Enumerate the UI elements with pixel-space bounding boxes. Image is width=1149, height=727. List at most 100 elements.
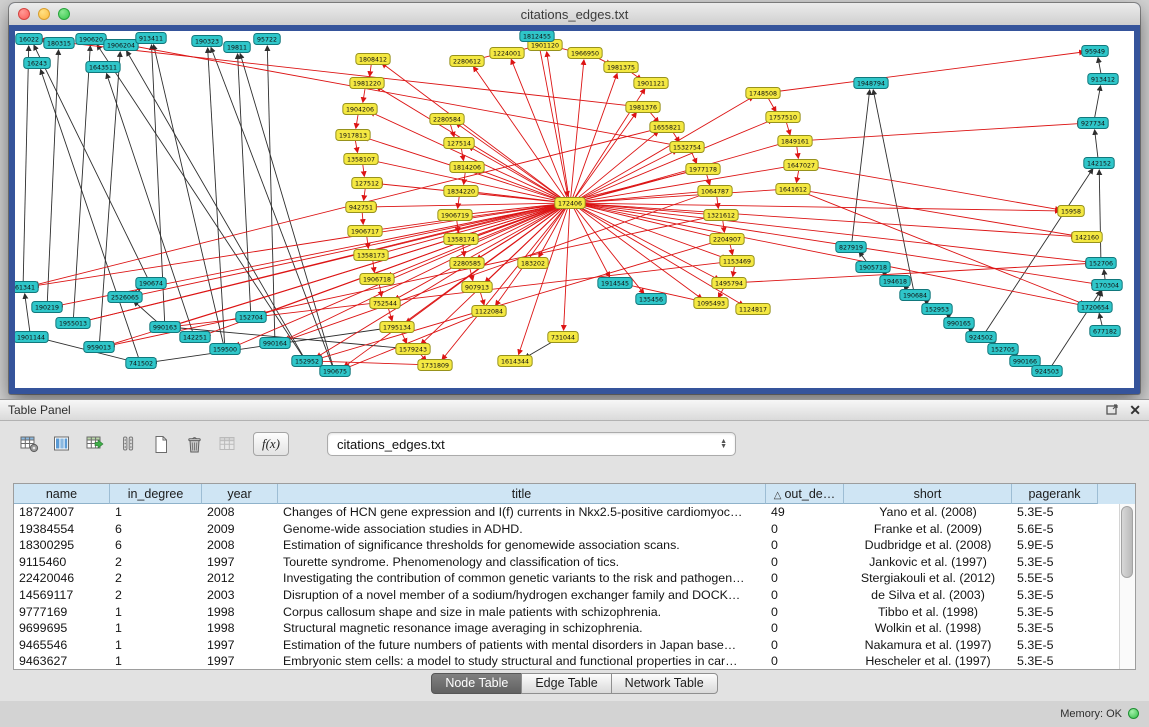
graph-node[interactable]: 1358174 <box>444 234 478 245</box>
graph-node[interactable]: 1906717 <box>348 226 382 237</box>
column-header-out_de[interactable]: △out_de… <box>766 484 844 504</box>
graph-edge[interactable] <box>318 361 428 365</box>
graph-node[interactable]: 152953 <box>922 304 952 315</box>
graph-edge[interactable] <box>373 260 375 272</box>
graph-edge[interactable] <box>511 59 567 198</box>
table-row[interactable]: 1830029562008Estimation of significance … <box>14 537 1120 554</box>
column-header-pagerank[interactable]: pagerank <box>1012 484 1098 504</box>
graph-node[interactable]: 913412 <box>1088 74 1118 85</box>
network-canvas[interactable]: 1724061808412198122019042061917813135810… <box>15 31 1134 388</box>
graph-node[interactable]: 194618 <box>880 276 910 287</box>
graph-node[interactable]: 190675 <box>320 366 350 377</box>
graph-node[interactable]: 1955013 <box>56 318 90 329</box>
graph-node[interactable]: 95722 <box>254 34 281 45</box>
graph-node[interactable]: 180315 <box>44 38 74 49</box>
graph-edge[interactable] <box>577 189 782 202</box>
graph-node[interactable]: 1906204 <box>104 40 138 51</box>
minimize-window-button[interactable] <box>38 8 50 20</box>
graph-edge[interactable] <box>47 50 58 302</box>
graph-edge[interactable] <box>1095 130 1098 158</box>
graph-node[interactable]: 1643511 <box>86 62 120 73</box>
graph-node[interactable]: 190323 <box>192 36 222 47</box>
new-table-button[interactable] <box>148 432 174 456</box>
graph-edge[interactable] <box>770 52 1084 92</box>
graph-edge[interactable] <box>717 196 719 208</box>
graph-edge[interactable] <box>985 169 1093 333</box>
graph-node[interactable]: 1655821 <box>650 122 684 133</box>
graph-node[interactable]: 990164 <box>260 338 290 349</box>
graph-node[interactable]: 135456 <box>636 294 666 305</box>
table-scrollbar[interactable] <box>1119 504 1135 669</box>
graph-node[interactable]: 1124817 <box>736 304 770 315</box>
graph-node[interactable]: 152704 <box>236 312 266 323</box>
graph-node[interactable]: 152952 <box>292 356 322 367</box>
graph-node[interactable]: 1814206 <box>450 162 484 173</box>
graph-node[interactable]: 16243 <box>24 58 51 69</box>
graph-node[interactable]: 942751 <box>346 202 376 213</box>
graph-node[interactable]: 142152 <box>1084 158 1114 169</box>
graph-node[interactable]: 907913 <box>462 282 492 293</box>
graph-edge[interactable] <box>802 123 1082 140</box>
graph-node[interactable]: 990166 <box>1010 356 1040 367</box>
graph-edge[interactable] <box>464 172 466 184</box>
graph-node[interactable]: 1948794 <box>854 78 888 89</box>
graph-node[interactable]: 1358173 <box>354 250 388 261</box>
graph-node[interactable]: 1966950 <box>568 48 602 59</box>
graph-edge[interactable] <box>767 97 775 112</box>
graph-node[interactable]: 1901144 <box>15 332 48 343</box>
table-settings-button[interactable] <box>16 432 42 456</box>
graph-node[interactable]: 1064787 <box>698 186 732 197</box>
table-selector-dropdown[interactable]: citations_edges.txt ▲▼ <box>327 432 736 456</box>
graph-edge[interactable] <box>285 193 708 341</box>
graph-node[interactable]: 1808412 <box>356 54 390 65</box>
graph-node[interactable]: 959013 <box>84 342 114 353</box>
graph-node[interactable]: 731044 <box>548 332 578 343</box>
graph-edge[interactable] <box>450 123 454 136</box>
graph-edge[interactable] <box>572 74 617 199</box>
graph-node[interactable]: 1917813 <box>336 130 370 141</box>
column-header-year[interactable]: year <box>202 484 278 504</box>
table-row[interactable]: 1456911722003Disruption of a novel membe… <box>14 587 1120 604</box>
graph-node[interactable]: 1904206 <box>343 104 377 115</box>
graph-edge[interactable] <box>23 46 29 282</box>
graph-node[interactable]: 1812455 <box>520 31 554 42</box>
row-height-button[interactable] <box>115 432 141 456</box>
table-row[interactable]: 946554611997Estimation of the future num… <box>14 637 1120 654</box>
graph-node[interactable]: 927734 <box>1078 118 1108 129</box>
graph-edge[interactable] <box>736 263 1090 282</box>
graph-edge[interactable] <box>1098 58 1101 74</box>
graph-node[interactable]: 990165 <box>944 318 974 329</box>
tab-network-table[interactable]: Network Table <box>611 673 718 694</box>
close-panel-icon[interactable]: ✕ <box>1129 403 1141 417</box>
graph-node[interactable]: 15958 <box>1058 206 1085 217</box>
graph-edge[interactable] <box>362 212 363 224</box>
graph-node[interactable]: 1579243 <box>396 344 430 355</box>
graph-node[interactable]: 16022 <box>16 34 43 45</box>
table-row[interactable]: 911546021997Tourette syndrome. Phenomeno… <box>14 554 1120 571</box>
graph-node[interactable]: 1981375 <box>604 62 638 73</box>
graph-node[interactable]: 924502 <box>966 332 996 343</box>
graph-edge[interactable] <box>706 173 709 184</box>
graph-node[interactable]: 19811 <box>224 42 251 53</box>
graph-node[interactable]: 142160 <box>1072 232 1102 243</box>
graph-node[interactable]: 152705 <box>988 344 1018 355</box>
graph-node[interactable]: 142251 <box>180 332 210 343</box>
graph-edge[interactable] <box>127 51 304 357</box>
graph-node[interactable]: 190620 <box>76 34 106 45</box>
graph-node[interactable]: 1748508 <box>746 88 780 99</box>
graph-edge[interactable] <box>733 266 735 277</box>
graph-node[interactable]: 1731809 <box>418 360 452 371</box>
graph-edge[interactable] <box>786 121 790 134</box>
table-row[interactable]: 977716911998Corpus callosum shape and si… <box>14 604 1120 621</box>
graph-node[interactable]: 1224001 <box>490 48 524 59</box>
function-builder-button[interactable]: f(x) <box>253 432 289 456</box>
graph-node[interactable]: 1834220 <box>444 186 478 197</box>
graph-edge[interactable] <box>730 244 733 255</box>
graph-node[interactable]: 1720654 <box>1078 302 1112 313</box>
graph-node[interactable]: 827919 <box>836 242 866 253</box>
graph-node[interactable]: 1122084 <box>472 306 506 317</box>
column-header-name[interactable]: name <box>14 484 110 504</box>
zoom-window-button[interactable] <box>58 8 70 20</box>
graph-node[interactable]: 1981220 <box>350 78 384 89</box>
graph-edge[interactable] <box>388 307 392 320</box>
